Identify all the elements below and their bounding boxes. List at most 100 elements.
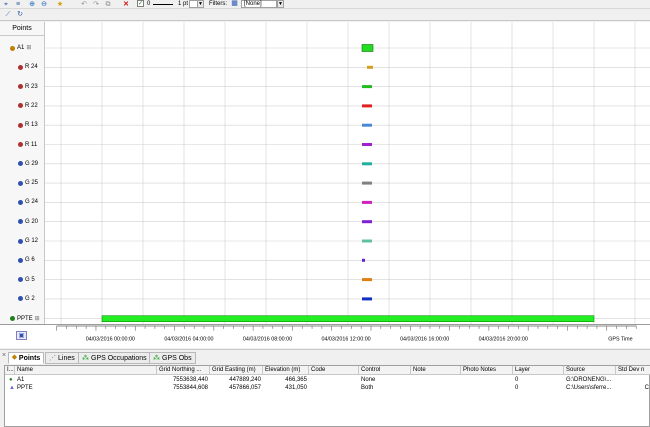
close-pane-icon[interactable]: × — [1, 352, 7, 359]
points-header: Points — [0, 22, 44, 36]
table-cell-code — [309, 384, 359, 392]
occupation-bar[interactable] — [362, 85, 372, 89]
column-header[interactable]: Elevation (m) — [263, 366, 309, 375]
highlight-icon[interactable]: ★ — [56, 0, 64, 8]
point-icon — [18, 161, 23, 167]
main-toolbar: ⌖ ≡ ⊕ ⊖ ★ ↶ ↷ ⧉ ✕ ✓ 0 1 pt ▼ Filters: ▦ … — [0, 0, 650, 9]
point-icon — [18, 277, 23, 283]
axis-title: GPS Time — [608, 336, 632, 342]
point-icon — [18, 219, 23, 225]
table-cell-name: PPTE — [17, 385, 33, 391]
pan-tool-icon[interactable]: ≡ — [14, 0, 22, 8]
filters-label: Filters: — [209, 1, 227, 7]
column-header[interactable]: Control — [359, 366, 411, 375]
table-cell-easting: 447889,240 — [229, 377, 261, 383]
occupation-bar[interactable] — [362, 123, 372, 127]
point-row-label[interactable]: G 24 — [0, 197, 45, 207]
tab-gps-occupations[interactable]: ⁂ GPS Occupations — [78, 352, 151, 364]
point-name: G 24 — [25, 199, 39, 206]
point-row-label[interactable]: R 22 — [0, 101, 45, 111]
points-list-panel: Points A1 ⊞ R 24 R 23 R 22 R 13 R 11 G 29 G 25 G … — [0, 22, 45, 324]
point-row-label[interactable]: G 5 — [0, 275, 45, 285]
gps-timeline-chart[interactable] — [45, 22, 650, 324]
gps-occupations-icon: ⁂ — [82, 355, 89, 362]
select-tool-icon[interactable]: ⌖ — [2, 0, 10, 8]
table-cell-code — [309, 376, 359, 384]
point-row-label[interactable]: R 23 — [0, 82, 45, 92]
point-row-label[interactable]: R 11 — [0, 140, 45, 150]
occupation-bar[interactable] — [362, 239, 372, 243]
point-name: G 29 — [25, 160, 39, 167]
column-header[interactable]: Name — [15, 366, 157, 375]
zoom-out-icon[interactable]: ⊖ — [40, 0, 48, 8]
point-row-label[interactable]: A1 ⊞ — [0, 43, 45, 53]
occupation-bar[interactable] — [362, 258, 365, 262]
table-cell-std — [616, 376, 650, 384]
point-name: R 23 — [25, 83, 38, 90]
point-icon — [18, 180, 23, 186]
zoom-in-icon[interactable]: ⊕ — [28, 0, 36, 8]
occupation-bar[interactable] — [362, 220, 372, 224]
tab-lines[interactable]: ⋰ Lines — [45, 352, 79, 364]
point-icon — [18, 142, 23, 147]
occupation-bar[interactable] — [362, 297, 372, 301]
occupation-bar[interactable] — [101, 315, 595, 323]
column-header[interactable]: Photo Notes — [461, 366, 513, 375]
redo-icon[interactable]: ↷ — [92, 0, 100, 8]
table-cell-control: Both — [361, 385, 374, 391]
tab-gps-obs[interactable]: ⁂ GPS Obs — [149, 352, 196, 364]
table-cell-elevation: 466,365 — [285, 377, 307, 383]
occupation-bar[interactable] — [362, 200, 372, 204]
table-cell-note — [411, 376, 461, 384]
column-header[interactable]: Source — [564, 366, 616, 375]
undo-icon[interactable]: ↶ — [80, 0, 88, 8]
point-name: R 11 — [25, 141, 38, 148]
occupation-bar[interactable] — [367, 65, 373, 69]
expand-icon[interactable]: ⊞ — [26, 43, 31, 53]
point-icon — [18, 296, 23, 302]
point-name: G 20 — [25, 218, 39, 225]
column-header[interactable]: Layer — [513, 366, 564, 375]
column-header[interactable]: Code — [309, 366, 359, 375]
point-row-label[interactable]: G 20 — [0, 217, 45, 227]
point-icon — [10, 316, 15, 322]
point-row-label[interactable]: R 24 — [0, 62, 45, 72]
column-header[interactable]: Grid Northing ... — [157, 366, 210, 375]
tab-points[interactable]: ⬥ Points — [8, 352, 45, 364]
rotate-icon[interactable]: ↻ — [16, 10, 24, 19]
occupation-bar[interactable] — [362, 181, 372, 185]
visibility-checkbox[interactable]: ✓ — [137, 0, 144, 7]
expand-icon[interactable]: ⊞ — [35, 314, 40, 324]
table-cell-name: A1 — [17, 377, 25, 383]
point-row-label[interactable]: PPTE ⊞ — [0, 314, 45, 324]
occupation-bar[interactable] — [362, 278, 372, 282]
point-icon — [18, 257, 23, 263]
point-icon — [18, 84, 23, 90]
copy-icon[interactable]: ⧉ — [104, 0, 112, 8]
point-row-label[interactable]: G 25 — [0, 178, 45, 188]
column-header[interactable]: Grid Easting (m) — [210, 366, 263, 375]
fit-view-icon[interactable]: ▣ — [16, 331, 27, 340]
column-header[interactable]: Note — [411, 366, 461, 375]
tab-lines-label: Lines — [58, 354, 75, 362]
column-header[interactable]: I... — [5, 366, 15, 375]
tab-points-label: Points — [18, 354, 41, 362]
occupation-bar[interactable] — [362, 104, 372, 108]
point-row-label[interactable]: G 2 — [0, 294, 45, 304]
line-width-value: 0 — [147, 1, 151, 7]
point-icon — [10, 45, 15, 51]
column-header[interactable]: Std Dev n — [616, 366, 650, 375]
draw-line-icon[interactable]: ⟋ — [4, 10, 12, 19]
point-row-label[interactable]: G 12 — [0, 236, 45, 246]
point-row-label[interactable]: G 29 — [0, 159, 45, 169]
occupation-bar[interactable] — [362, 162, 372, 166]
delete-icon[interactable]: ✕ — [122, 0, 130, 8]
chevron-down-icon[interactable]: ▼ — [277, 0, 284, 8]
filter-dropdown[interactable]: [None] — [241, 0, 277, 8]
lines-icon: ⋰ — [49, 355, 56, 362]
chevron-down-icon[interactable]: ▼ — [197, 0, 204, 8]
occupation-bar[interactable] — [361, 44, 374, 52]
point-row-label[interactable]: G 6 — [0, 255, 45, 265]
point-row-label[interactable]: R 13 — [0, 120, 45, 130]
occupation-bar[interactable] — [362, 143, 372, 146]
